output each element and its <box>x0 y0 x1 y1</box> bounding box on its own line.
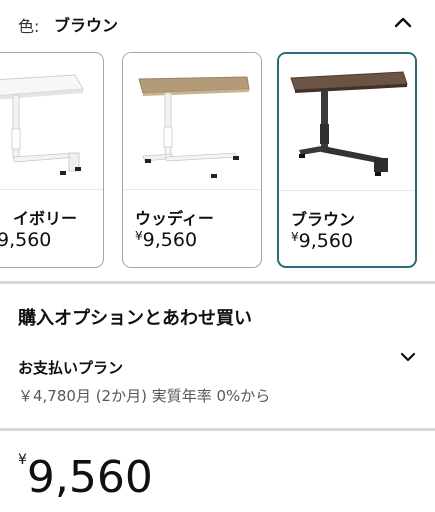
price-amount: 9,560 <box>26 452 153 503</box>
swatch-woody[interactable]: ウッディー ¥9,560 <box>122 52 262 268</box>
swatch-name: ウッディー <box>135 209 214 228</box>
color-label: 色: <box>18 17 40 36</box>
swatch-name: イボリー <box>13 209 78 228</box>
product-image-white <box>0 53 103 190</box>
swatch-price: ¥9,560 <box>291 230 354 252</box>
price-currency: ¥ <box>18 452 27 468</box>
payment-plan-detail: ￥4,780月 (2か月) 実質年率 0%から <box>18 387 271 405</box>
purchase-options-title: 購入オプションとあわせ買い <box>18 308 252 329</box>
color-swatch-carousel[interactable]: イボリー 9,560 ウッディー ¥9,560 ブラウン ¥9,560 <box>0 52 435 270</box>
swatch-price: ¥9,560 <box>135 229 198 251</box>
swatch-white-ivory[interactable]: イボリー 9,560 <box>0 52 104 268</box>
swatch-price: 9,560 <box>0 229 52 251</box>
payment-plan-title: お支払いプラン <box>18 359 124 377</box>
product-price: ¥9,560 <box>18 452 153 503</box>
chevron-up-icon <box>394 17 412 28</box>
expand-plan-button[interactable] <box>394 344 422 370</box>
section-divider <box>0 281 435 284</box>
product-image-woody <box>123 53 261 190</box>
swatch-brown-selected[interactable]: ブラウン ¥9,560 <box>277 52 417 268</box>
color-selector-header: 色: ブラウン <box>0 0 435 46</box>
chevron-down-icon <box>400 352 416 362</box>
swatch-name: ブラウン <box>291 210 356 229</box>
collapse-color-button[interactable] <box>388 8 418 36</box>
selected-color-value: ブラウン <box>54 16 119 35</box>
product-image-brown <box>279 54 415 191</box>
section-divider <box>0 428 435 431</box>
